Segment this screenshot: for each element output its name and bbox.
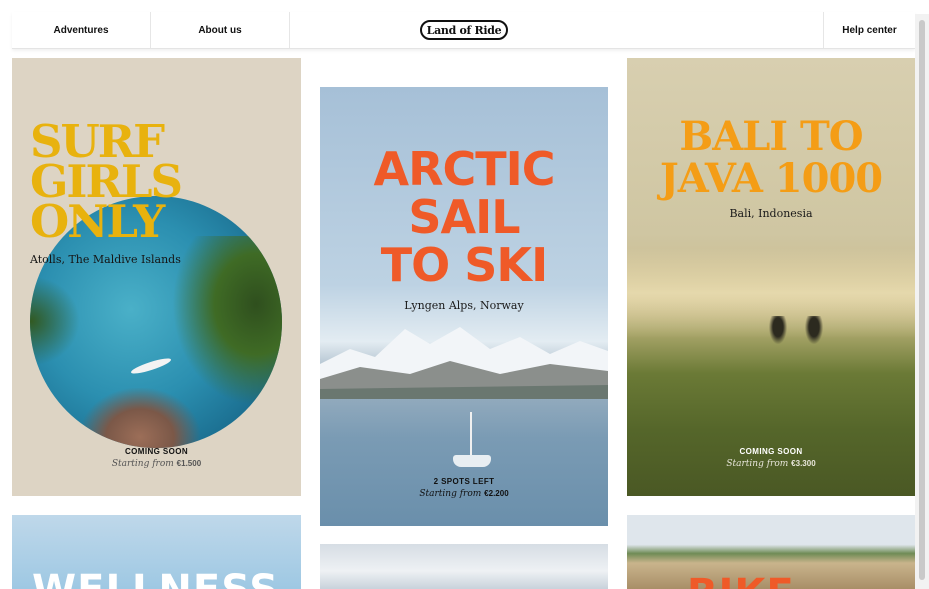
palm-tree-shape <box>172 236 282 406</box>
mountain-range-graphic <box>320 327 608 399</box>
card-title: BALI TO JAVA 1000 <box>659 113 883 202</box>
price-prefix: Starting from <box>419 489 482 499</box>
price-prefix: Starting from <box>726 459 789 469</box>
nav-help-center[interactable]: Help center <box>824 12 915 48</box>
card-price: Starting from €3.300 <box>627 459 915 469</box>
card-location: Lyngen Alps, Norway <box>404 299 524 312</box>
card-title: ARCTIC SAIL TO SKI <box>373 142 555 292</box>
card-location: Atolls, The Maldive Islands <box>30 253 181 266</box>
adventure-card-peek[interactable] <box>320 544 608 589</box>
price-value: €3.300 <box>791 459 816 468</box>
surfboard-shape <box>129 355 173 377</box>
card-title: BIKE <box>687 571 795 589</box>
boat-mast-shape <box>470 412 472 457</box>
nav-adventures[interactable]: Adventures <box>12 12 150 48</box>
card-status: 2 SPOTS LEFT <box>433 477 495 486</box>
adventure-card-bali-to-java[interactable]: BALI TO JAVA 1000 Bali, Indonesia COMING… <box>627 58 915 496</box>
palm-tree-shape <box>30 276 80 366</box>
nav-help-center-label: Help center <box>842 24 897 36</box>
card-price: Starting from €2.200 <box>320 489 608 499</box>
page-scrollbar[interactable] <box>915 14 929 589</box>
adventure-card-peek[interactable]: WELLNESS <box>12 515 301 589</box>
card-status: COMING SOON <box>124 447 189 456</box>
card-location: Bali, Indonesia <box>729 207 813 220</box>
card-title: WELLNESS <box>32 567 279 589</box>
adventure-card-peek[interactable]: BIKE <box>627 515 915 589</box>
cyclist-silhouette <box>769 316 787 344</box>
top-nav-bar: Adventures About us Land of Ride Help ce… <box>12 12 915 49</box>
brand-logo[interactable]: Land of Ride <box>420 20 508 40</box>
card-title: SURF GIRLS ONLY <box>30 115 183 248</box>
price-prefix: Starting from <box>111 459 174 469</box>
brand-logo-text: Land of Ride <box>426 23 502 37</box>
card-price: Starting from €1.500 <box>12 459 301 469</box>
adventure-card-surf-girls-only[interactable]: SURF GIRLS ONLY Atolls, The Maldive Isla… <box>12 58 301 496</box>
scrollbar-thumb[interactable] <box>919 20 925 580</box>
card-status: COMING SOON <box>739 447 803 456</box>
nav-about-us-label: About us <box>198 24 242 36</box>
nav-divider <box>289 12 290 48</box>
sailboat-shape <box>453 455 491 467</box>
adventure-card-arctic-sail-to-ski[interactable]: ARCTIC SAIL TO SKI Lyngen Alps, Norway 2… <box>320 87 608 526</box>
nav-about-us[interactable]: About us <box>151 12 289 48</box>
cyclist-silhouette <box>805 316 823 344</box>
price-value: €2.200 <box>484 489 509 498</box>
nav-adventures-label: Adventures <box>53 24 109 36</box>
price-value: €1.500 <box>176 459 202 468</box>
coral-shape <box>80 388 200 448</box>
